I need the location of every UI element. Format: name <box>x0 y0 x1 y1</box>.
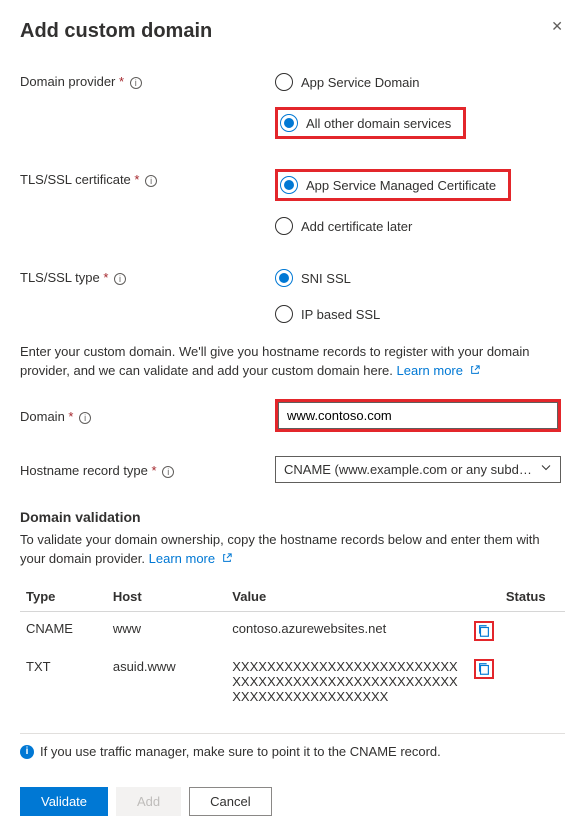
page-title: Add custom domain <box>20 20 565 43</box>
radio-app-service-domain[interactable]: App Service Domain <box>275 71 466 93</box>
table-row: CNAME www contoso.azurewebsites.net <box>20 612 565 651</box>
info-icon: i <box>20 745 34 759</box>
close-icon[interactable]: ✕ <box>551 18 563 35</box>
radio-all-other-domain-services[interactable]: All other domain services <box>280 112 457 134</box>
table-row: TXT asuid.www XXXXXXXXXXXXXXXXXXXXXXXXXX… <box>20 650 565 713</box>
description-text: Enter your custom domain. We'll give you… <box>20 343 565 381</box>
external-link-icon <box>218 551 232 566</box>
domain-validation-heading: Domain validation <box>20 509 565 525</box>
hostname-records-table: Type Host Value Status CNAME www contoso… <box>20 582 565 713</box>
hostname-record-type-select[interactable]: CNAME (www.example.com or any subdo… <box>275 456 561 483</box>
domain-label: Domain * i <box>20 406 275 424</box>
radio-ip-based-ssl[interactable]: IP based SSL <box>275 303 386 325</box>
hostname-record-type-label: Hostname record type * i <box>20 460 275 478</box>
traffic-manager-note: i If you use traffic manager, make sure … <box>20 733 565 759</box>
copy-icon[interactable] <box>474 659 494 679</box>
radio-add-cert-later[interactable]: Add certificate later <box>275 215 511 237</box>
domain-provider-label: Domain provider * i <box>20 71 275 89</box>
info-icon[interactable]: i <box>79 412 91 424</box>
info-icon[interactable]: i <box>162 466 174 478</box>
info-icon[interactable]: i <box>130 77 142 89</box>
chevron-down-icon <box>540 462 552 477</box>
th-type: Type <box>20 582 107 612</box>
domain-input[interactable] <box>278 402 558 429</box>
external-link-icon <box>466 363 480 378</box>
th-value: Value <box>226 582 465 612</box>
radio-app-service-managed-cert[interactable]: App Service Managed Certificate <box>280 174 502 196</box>
tls-cert-label: TLS/SSL certificate * i <box>20 169 275 187</box>
info-icon[interactable]: i <box>114 273 126 285</box>
validation-text: To validate your domain ownership, copy … <box>20 531 565 569</box>
learn-more-link[interactable]: Learn more <box>397 363 480 378</box>
copy-icon[interactable] <box>474 621 494 641</box>
tls-type-label: TLS/SSL type * i <box>20 267 275 285</box>
learn-more-link[interactable]: Learn more <box>149 551 232 566</box>
th-status: Status <box>500 582 565 612</box>
th-host: Host <box>107 582 226 612</box>
info-icon[interactable]: i <box>145 175 157 187</box>
radio-sni-ssl[interactable]: SNI SSL <box>275 267 386 289</box>
